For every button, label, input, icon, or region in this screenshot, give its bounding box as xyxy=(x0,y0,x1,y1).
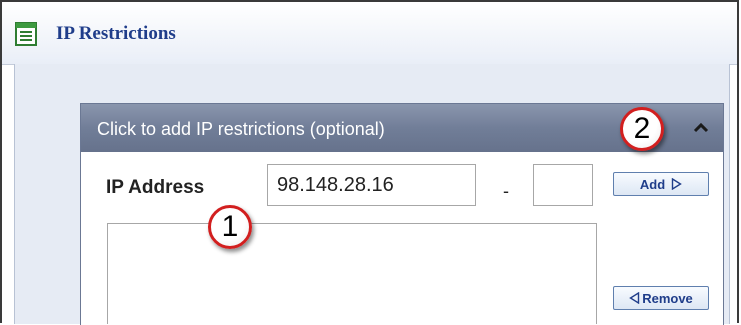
chevron-up-icon[interactable] xyxy=(691,118,711,138)
add-button[interactable]: Add xyxy=(613,172,709,196)
title-bar: IP Restrictions xyxy=(2,2,737,65)
add-button-label: Add xyxy=(639,176,666,192)
triangle-left-icon xyxy=(629,292,640,304)
callout-marker-1: 1 xyxy=(208,205,252,249)
triangle-right-icon xyxy=(671,178,682,190)
remove-button[interactable]: Remove xyxy=(613,286,709,310)
ip-address-end-input[interactable] xyxy=(533,164,593,206)
page-title: IP Restrictions xyxy=(56,23,176,44)
ip-address-start-input[interactable] xyxy=(267,164,476,206)
list-window-icon xyxy=(15,22,37,46)
ip-restrictions-list[interactable] xyxy=(107,223,597,324)
panel-header-label: Click to add IP restrictions (optional) xyxy=(97,119,385,139)
callout-marker-2: 2 xyxy=(620,107,664,151)
range-separator: - xyxy=(503,181,509,201)
ip-address-label: IP Address xyxy=(106,177,205,198)
remove-button-label: Remove xyxy=(642,290,693,306)
